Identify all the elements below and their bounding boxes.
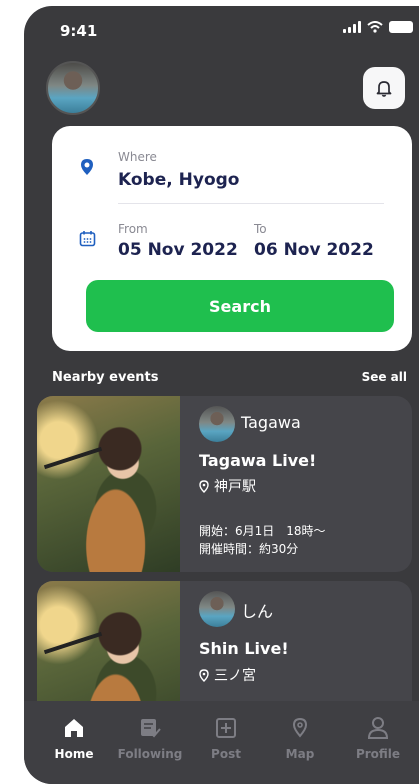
host-avatar (199, 406, 235, 442)
event-location: 三ノ宮 (199, 665, 256, 685)
to-date-field[interactable]: 06 Nov 2022 (254, 240, 374, 260)
profile-icon (367, 717, 389, 739)
tab-map[interactable]: Map (264, 701, 336, 784)
divider (118, 203, 384, 204)
where-field[interactable]: Kobe, Hyogo (118, 170, 239, 190)
tab-label: Following (117, 747, 183, 761)
tab-label: Home (54, 747, 94, 761)
tab-label: Profile (355, 747, 401, 761)
bell-icon (376, 81, 392, 97)
wifi-icon (367, 21, 383, 33)
battery-icon (389, 21, 413, 33)
app-screen: 9:41 Where Kobe, Hyogo From 05 Nov 2022 … (24, 6, 419, 784)
tab-profile[interactable]: Profile (342, 701, 414, 784)
status-icons (343, 21, 413, 33)
tab-home[interactable]: Home (38, 701, 110, 784)
notifications-button[interactable] (363, 67, 405, 109)
where-label: Where (118, 150, 157, 164)
tab-label: Map (285, 747, 315, 761)
from-date-field[interactable]: 05 Nov 2022 (118, 240, 238, 260)
host-name: Tagawa (241, 413, 301, 432)
status-bar: 9:41 (24, 6, 419, 50)
event-duration: 開催時間：約30分 (199, 542, 299, 556)
user-avatar[interactable] (46, 61, 100, 115)
tab-post[interactable]: Post (190, 701, 262, 784)
post-icon (216, 718, 236, 738)
location-pin-icon (81, 159, 93, 175)
host-name: しん (241, 602, 274, 621)
host-avatar (199, 591, 235, 627)
search-button[interactable]: Search (86, 280, 394, 332)
location-pin-icon (199, 479, 209, 493)
event-location-text: 神戸駅 (214, 479, 256, 495)
event-photo (37, 396, 180, 572)
event-location-text: 三ノ宮 (214, 668, 256, 684)
tab-following[interactable]: Following (114, 701, 186, 784)
status-time: 9:41 (60, 22, 98, 40)
see-all-link[interactable]: See all (362, 370, 407, 384)
nearby-events-header: Nearby events See all (52, 370, 407, 385)
from-label: From (118, 222, 148, 236)
home-icon (65, 719, 83, 737)
map-pin-icon (292, 717, 308, 738)
event-title: Tagawa Live! (199, 451, 317, 470)
tab-label: Post (211, 747, 241, 761)
event-start-time: 開始：6月1日 18時〜 (199, 524, 326, 538)
search-card: Where Kobe, Hyogo From 05 Nov 2022 To 06… (52, 126, 412, 351)
bottom-tab-bar: Home Following Post Map Profile (24, 701, 419, 784)
event-location: 神戸駅 (199, 476, 256, 496)
location-pin-icon (199, 668, 209, 682)
calendar-icon (79, 231, 96, 247)
event-info: 開始：6月1日 18時〜 開催時間：約30分 (199, 522, 326, 558)
section-title: Nearby events (52, 370, 159, 385)
event-title: Shin Live! (199, 639, 289, 658)
following-icon (141, 719, 161, 738)
signal-icon (343, 21, 361, 33)
event-card[interactable]: Tagawa Tagawa Live! 神戸駅 開始：6月1日 18時〜 開催時… (37, 396, 412, 572)
to-label: To (254, 222, 267, 236)
